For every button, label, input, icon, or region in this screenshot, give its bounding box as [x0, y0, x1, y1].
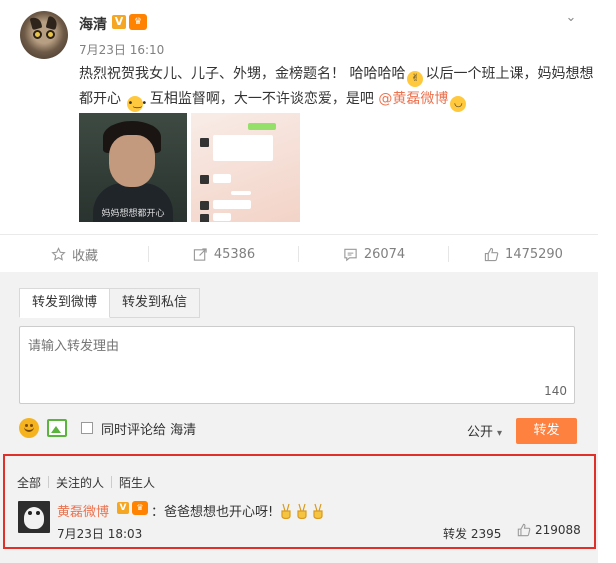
victory-hand-icon	[313, 503, 323, 519]
author-name[interactable]: 海清	[79, 14, 107, 34]
vip-crown-icon: ♛	[132, 501, 148, 515]
emoji-icon[interactable]	[19, 418, 39, 438]
tab-forward-private[interactable]: 转发到私信	[110, 288, 201, 318]
also-comment-checkbox[interactable]	[81, 422, 93, 434]
victory-hand-icon	[281, 503, 291, 519]
filter-strangers[interactable]: 陌生人	[112, 474, 162, 491]
forward-submit-button[interactable]: 转发	[516, 418, 577, 444]
chevron-down-icon[interactable]: ⌄	[563, 11, 579, 24]
post-image-2[interactable]	[191, 113, 300, 222]
comment-action-button[interactable]: 26074	[299, 235, 449, 273]
like-action-button[interactable]: 1475290	[449, 235, 598, 273]
forward-tabs: 转发到微博 转发到私信	[19, 288, 201, 318]
forward-filter-tabs: 全部 关注的人 陌生人	[17, 474, 162, 491]
comment-icon	[344, 248, 357, 261]
also-comment-label: 同时评论给 海清	[101, 422, 197, 438]
verified-badge-icon: V	[117, 502, 129, 514]
victory-hand-icon	[297, 503, 307, 519]
filter-all[interactable]: 全部	[17, 474, 48, 491]
comment-like-button[interactable]: 219088	[517, 523, 581, 537]
victory-hand-icon: ✌	[407, 71, 424, 87]
filter-following[interactable]: 关注的人	[49, 474, 111, 491]
post-text: 热烈祝贺我女儿、儿子、外甥，金榜题名！ 哈哈哈哈 ✌ 以后一个班上课，妈妈想想都开心…	[79, 62, 594, 112]
weibo-post: 海清 V ♛ ⌄ 7月23日 16:10 热烈祝贺我女儿、儿子、外甥，金榜题名！…	[0, 0, 616, 232]
verified-badge-icon: V	[112, 15, 126, 29]
thinking-face-icon: •‿•	[127, 96, 147, 112]
image-icon[interactable]	[47, 419, 67, 437]
image-caption: 妈妈想想都开心	[101, 209, 165, 219]
commenter-avatar[interactable]	[18, 501, 50, 533]
smiling-face-icon: ◡	[450, 96, 467, 112]
comment-forward-button[interactable]: 转发 2395	[443, 525, 501, 542]
star-icon	[51, 246, 66, 261]
vip-crown-icon: ♛	[129, 14, 147, 30]
post-action-bar: 收藏 45386 26074 1475290	[0, 234, 598, 272]
favorite-button[interactable]: 收藏	[0, 235, 149, 273]
thumbs-up-icon	[484, 247, 499, 261]
comment-time[interactable]: 7月23日 18:03	[57, 525, 142, 542]
forward-action-button[interactable]: 45386	[149, 235, 299, 273]
char-counter: 140	[544, 384, 567, 398]
tab-forward-weibo[interactable]: 转发到微博	[19, 288, 111, 318]
post-image-1[interactable]: 妈妈想想都开心	[79, 113, 187, 222]
thumbs-up-icon	[517, 523, 531, 537]
forward-toolbar: 同时评论给 海清	[19, 417, 196, 439]
post-time[interactable]: 7月23日 16:10	[79, 41, 164, 58]
author-avatar[interactable]	[20, 11, 68, 59]
commenter-name[interactable]: 黄磊微博	[57, 501, 109, 520]
mention-link[interactable]: @黄磊微博	[378, 91, 448, 107]
share-icon	[193, 247, 207, 261]
forward-reason-input[interactable]	[19, 326, 575, 404]
visibility-dropdown[interactable]: 公开 ▾	[467, 421, 502, 440]
caret-down-icon: ▾	[497, 428, 503, 439]
comment-text: ：爸爸想想也开心呀!	[151, 501, 325, 520]
